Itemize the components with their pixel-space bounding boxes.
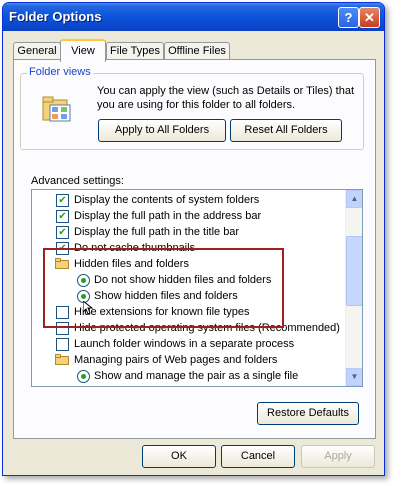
checkbox-unchecked-icon[interactable] — [56, 338, 69, 351]
folder-views-description: You can apply the view (such as Details … — [97, 85, 355, 111]
radio-selected-icon[interactable] — [77, 370, 90, 383]
scroll-up-arrow-icon[interactable]: ▲ — [346, 190, 362, 208]
tab-general[interactable]: General — [13, 42, 61, 60]
folder-icon — [55, 354, 69, 365]
checkbox-unchecked-icon[interactable] — [56, 322, 69, 335]
mouse-cursor-icon — [83, 301, 93, 315]
checkbox-checked-icon[interactable]: ✔ — [56, 226, 69, 239]
checkbox-checked-icon[interactable]: ✔ — [56, 194, 69, 207]
title-bar: Folder Options ? ✕ — [3, 3, 384, 31]
vertical-scrollbar[interactable]: ▲ ▼ — [345, 190, 362, 386]
tab-view[interactable]: View — [60, 39, 106, 62]
folder-icon — [55, 258, 69, 269]
checkbox-unchecked-icon[interactable] — [56, 306, 69, 319]
reset-all-folders-button[interactable]: Reset All Folders — [230, 119, 342, 142]
window-title: Folder Options — [9, 9, 102, 24]
checkbox-checked-icon[interactable]: ✔ — [56, 242, 69, 255]
folder-views-group: Folder views You can apply the view (suc… — [20, 66, 364, 150]
checkbox-checked-icon[interactable]: ✔ — [56, 210, 69, 223]
cancel-button[interactable]: Cancel — [221, 445, 295, 468]
folder-views-icon — [42, 96, 71, 122]
tab-file-types[interactable]: File Types — [106, 42, 164, 60]
radio-selected-icon[interactable] — [77, 274, 90, 287]
folder-options-window: Folder Options ? ✕ General View File Typ… — [2, 2, 385, 476]
close-button[interactable]: ✕ — [359, 7, 380, 28]
advanced-settings-label: Advanced settings: — [31, 175, 124, 187]
restore-defaults-button[interactable]: Restore Defaults — [257, 402, 359, 425]
apply-button[interactable]: Apply — [301, 445, 375, 468]
tab-offline-files[interactable]: Offline Files — [164, 42, 230, 60]
scroll-down-arrow-icon[interactable]: ▼ — [346, 368, 362, 386]
help-button[interactable]: ? — [338, 7, 359, 28]
scroll-thumb[interactable] — [346, 236, 362, 306]
apply-to-all-folders-button[interactable]: Apply to All Folders — [98, 119, 226, 142]
advanced-settings-list[interactable]: ✔ Display the contents of system folders… — [31, 189, 363, 387]
folder-views-label: Folder views — [27, 66, 93, 78]
ok-button[interactable]: OK — [142, 445, 216, 468]
